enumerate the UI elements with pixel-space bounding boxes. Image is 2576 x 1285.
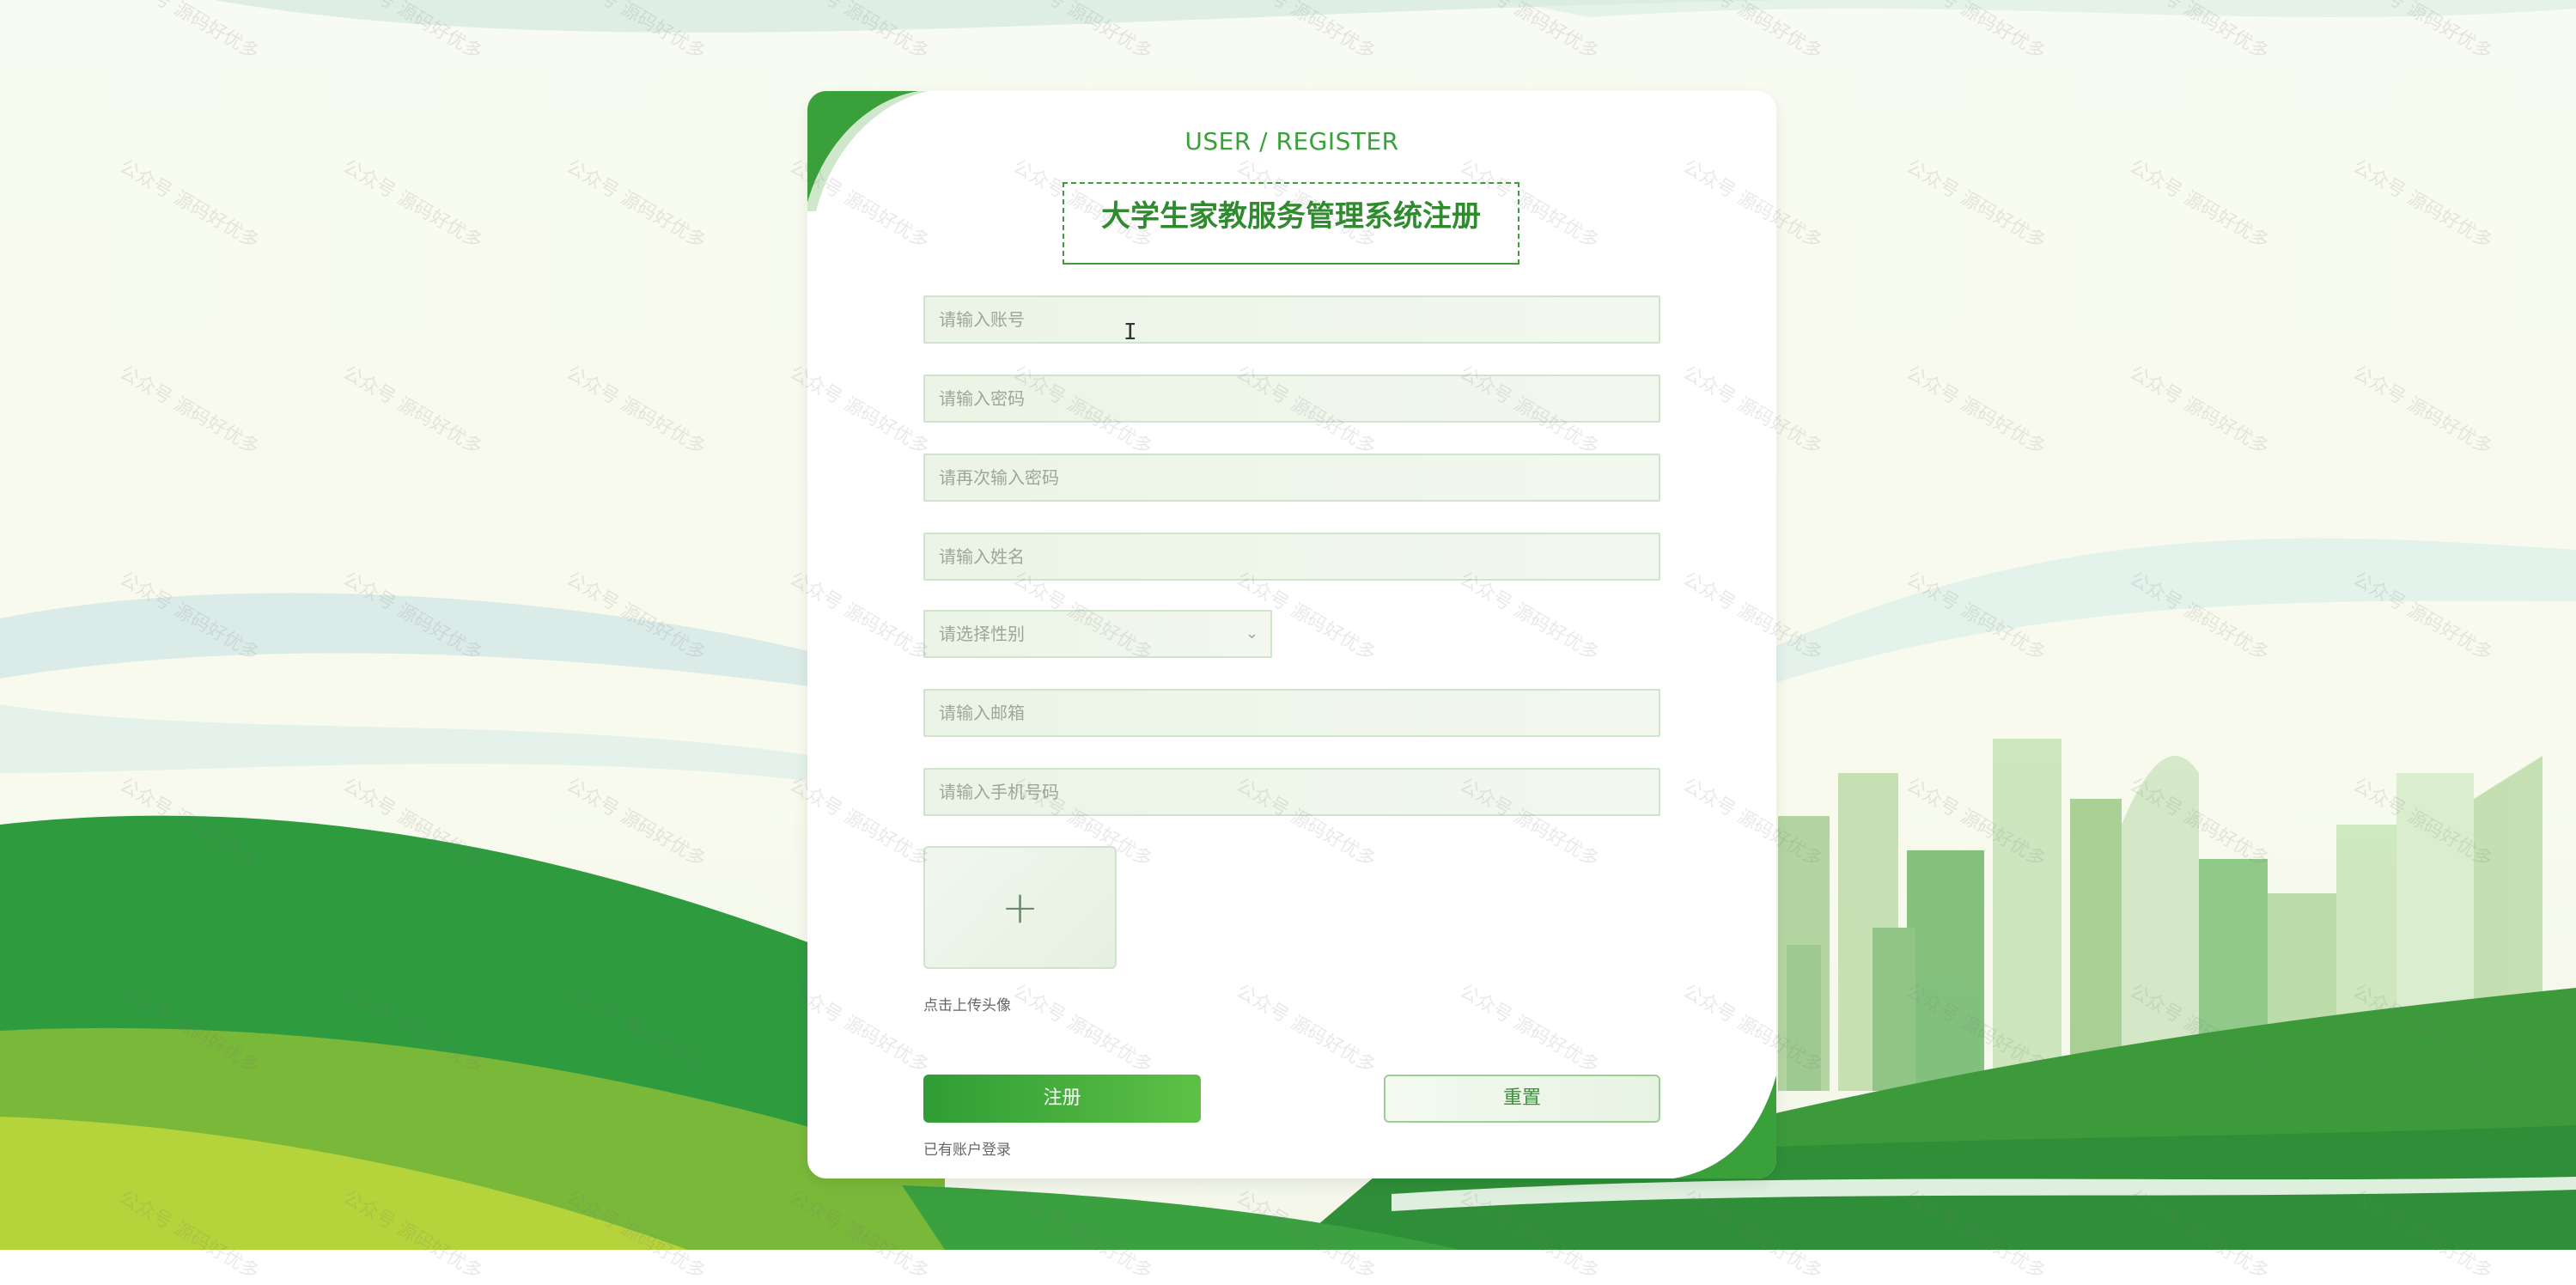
reset-button[interactable]: 重置 <box>1384 1075 1660 1123</box>
password-input[interactable] <box>923 375 1660 423</box>
email-input[interactable] <box>923 689 1660 737</box>
login-link[interactable]: 已有账户登录 <box>923 1137 1011 1159</box>
gender-select-placeholder: 请选择性别 <box>939 624 1025 644</box>
title-box: 大学生家教服务管理系统注册 <box>1063 182 1519 265</box>
plus-icon: + <box>1001 882 1039 934</box>
phone-input[interactable] <box>923 768 1660 816</box>
gender-select[interactable]: 请选择性别 ⌄ <box>923 610 1272 658</box>
chevron-down-icon: ⌄ <box>1245 624 1258 642</box>
register-card: USER / REGISTER 大学生家教服务管理系统注册 请选择性别 ⌄ + … <box>807 91 1776 1178</box>
upload-tip: 点击上传头像 <box>923 997 1011 1014</box>
name-input[interactable] <box>923 533 1660 581</box>
page-title: 大学生家教服务管理系统注册 <box>1101 199 1481 234</box>
card-corner-decoration <box>1673 1075 1776 1178</box>
account-input[interactable] <box>923 295 1660 344</box>
register-button[interactable]: 注册 <box>923 1075 1201 1123</box>
text-cursor-icon: I <box>1124 320 1137 345</box>
confirm-password-input[interactable] <box>923 454 1660 502</box>
avatar-upload[interactable]: + <box>923 846 1117 969</box>
page-subtitle: USER / REGISTER <box>1184 127 1399 155</box>
